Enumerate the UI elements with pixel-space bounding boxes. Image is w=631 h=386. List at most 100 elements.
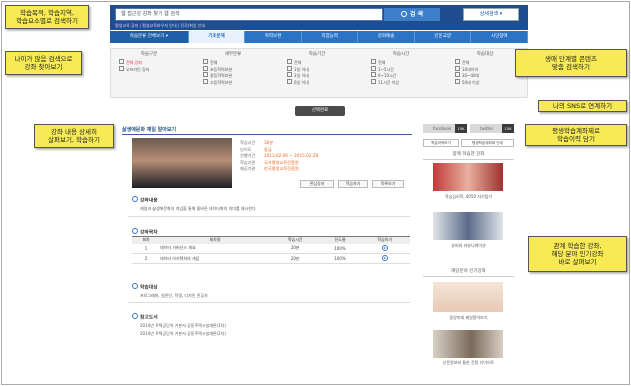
apply-filter-button[interactable]: 선택완료 — [295, 106, 345, 116]
reference-line: 2014년 주택공단자 기본서 공동주택시설개론(1차) — [140, 323, 226, 328]
filter-subcategory: 세부분류 전체 초등학력보완 중등학력보완 고등학력보완 — [203, 51, 263, 85]
learn-button[interactable]: 학습하기 — [338, 180, 368, 188]
column-header: 회차명 — [160, 236, 270, 244]
reference-line: 2014년 주택공단자 기본서 공동주택시설개론(2차) — [140, 331, 226, 336]
related-course-caption[interactable]: 유머와 커뮤니케이션 — [422, 243, 515, 249]
filter-option[interactable]: 6일 이내 — [287, 79, 347, 86]
course-thumbnail — [132, 138, 232, 188]
course-title: 삶생애문화 재일 알아보기 — [122, 127, 177, 133]
filter-title: 학습시간 — [392, 52, 410, 57]
info-value: 국가평생교육진흥원 — [264, 159, 299, 165]
search-icon — [400, 11, 407, 17]
learning-account-button[interactable]: 평생학습계좌제 안내 — [461, 139, 514, 147]
column-header: 회차 — [132, 236, 160, 244]
filter-learning-type: 학습구분 전체 강좌 오프라인 강좌 — [119, 51, 179, 72]
table-header: 회차 회차명 학습시간 진도율 학습하기 — [132, 236, 410, 244]
annotation-note: 나의 SNS로 연계하기 — [538, 100, 627, 112]
share-count: 15K — [455, 124, 467, 133]
cell: 데이터 아키텍처의 개념 — [160, 253, 270, 264]
info-key: 학습시간 — [240, 140, 256, 145]
tab-vocational[interactable]: 직업능력 — [302, 31, 359, 43]
filter-option[interactable]: 11시간 이상 — [371, 79, 431, 86]
advanced-search-select[interactable]: 상세검색 ▾ — [463, 8, 519, 21]
column-header: 학습시간 — [270, 236, 321, 244]
tab-civic[interactable]: 시민참여 — [471, 31, 529, 43]
cell — [359, 243, 410, 254]
favorite-button[interactable]: 관심강좌 — [300, 180, 334, 188]
sns-label: facebook — [433, 126, 452, 131]
related-course-thumbnail[interactable] — [433, 212, 503, 240]
filter-title: 학습구분 — [140, 52, 158, 57]
annotation-note: 학습목적, 학습지역, 학습요소별로 검색하기 — [5, 5, 89, 29]
divider — [128, 216, 410, 217]
related-course-caption[interactable]: 학습심리학, 4050 자기탐기 — [422, 194, 515, 200]
related-course-thumbnail[interactable] — [433, 163, 503, 191]
section-target: 학습대상 — [132, 283, 158, 291]
section-course-content: 강좌내용 — [132, 196, 158, 204]
popular-course-thumbnail[interactable] — [433, 330, 503, 358]
cell: 1 — [132, 243, 160, 254]
cell: 데이터 거버넌스 개요 — [160, 243, 270, 254]
search-button-label: 검 색 — [409, 11, 424, 18]
related-courses-title: 함께 학습한 강좌 — [423, 151, 514, 160]
toc-table: 회차 회차명 학습시간 진도율 학습하기 1 데이터 거버넌스 개요 20분 1… — [132, 236, 410, 264]
filter-title: 학습대상 — [476, 52, 494, 57]
info-value: 2013.02.06 ~ 2015.02.28 — [264, 153, 319, 158]
section-toc: 강좌목차 — [132, 228, 158, 236]
sns-label: twitter — [480, 126, 494, 131]
twitter-share-button[interactable]: twitter 15K — [470, 124, 514, 133]
share-count: 15K — [502, 124, 514, 133]
tab-basic-literacy[interactable]: 기초문해 — [188, 31, 246, 43]
tab-academic[interactable]: 학력보완 — [245, 31, 302, 43]
column-header: 학습하기 — [359, 236, 410, 244]
play-icon[interactable] — [381, 244, 388, 251]
annotation-note: 나이가 많음 검색으로 강좌 찾아보기 — [5, 51, 82, 75]
annotation-note: 평생학습계좌제로 학습이력 담기 — [525, 124, 627, 146]
table-row[interactable]: 2 데이터 아키텍처의 개념 20분 100% — [132, 253, 410, 264]
course-info: 학습시간 30분 난이도 중급 진행기간 2013.02.06 ~ 2015.02.2… — [240, 140, 318, 173]
filter-hours: 학습시간 전체 1~5시간 6~10시간 11시간 이상 — [371, 51, 431, 85]
info-key: 학습기관 — [240, 159, 256, 165]
facebook-share-button[interactable]: facebook 15K — [423, 124, 467, 133]
section-reference: 참고도서 — [132, 313, 158, 321]
filter-option[interactable]: 50대 이상 — [455, 79, 515, 86]
info-key: 진행기간 — [240, 153, 256, 158]
annotation-note: 생애 단계별 콘텐츠 맞춤 검색하기 — [515, 49, 627, 77]
list-button[interactable]: 목록보기 — [372, 180, 404, 188]
filter-title: 세부분류 — [224, 52, 242, 57]
tab-culture-arts[interactable]: 문화예술 — [358, 31, 415, 43]
info-value: 한국평생교육진흥원 — [264, 166, 299, 171]
cell — [359, 253, 410, 264]
info-key: 난이도 — [240, 146, 252, 152]
annotation-note: 관계 학습한 강좌, 해당 분야 인기강좌 바로 살펴보기 — [528, 236, 627, 272]
quick-links[interactable]: 평생교육 강좌 | 평생교육바우처 안내 | 진로/취업 안내 — [115, 23, 205, 29]
cell: 20분 — [270, 253, 321, 264]
popular-courses-title: 해당분야 인기강좌 — [423, 268, 514, 277]
search-button[interactable]: 검 색 — [384, 8, 440, 21]
info-key: 제공기관 — [240, 166, 256, 171]
info-value: 30분 — [264, 140, 274, 145]
info-value: 중급 — [264, 146, 272, 152]
course-description: 재일과 삶생애문화의 개념을 통해 올바른 데이터화의 의미를 제시한다 — [140, 206, 256, 211]
filter-option[interactable]: 오프라인 강좌 — [119, 66, 179, 73]
filter-option[interactable]: 고등학력보완 — [203, 79, 263, 86]
play-icon[interactable] — [381, 255, 388, 261]
annotation-note: 강좌 내용 상세히 살펴보기, 학습하기 — [34, 124, 114, 148]
table-row[interactable]: 1 데이터 거버넌스 개요 20분 100% — [132, 243, 410, 254]
learning-history-button[interactable]: 학습이력보기 — [423, 139, 459, 147]
divider — [128, 302, 410, 303]
popular-course-thumbnail[interactable] — [433, 282, 503, 312]
filter-panel: 학습구분 전체 강좌 오프라인 강좌 세부분류 전체 초등학력보완 중등학력보완… — [110, 48, 528, 98]
target-text: 프로그래머, 일반인, 학생, 디자인 전공자 — [140, 293, 208, 298]
popular-course-caption[interactable]: 신문정보와 통한 전정 다이어트 — [422, 360, 515, 365]
tab-all-categories[interactable]: 학습분류 전체보기 ▾ — [110, 31, 189, 43]
title-divider — [122, 134, 412, 135]
filter-period: 학습기간 전체 1일 이내 2일 이내 6일 이내 — [287, 51, 347, 85]
search-input[interactable]: 웹 접근성 강좌 찾기 웹 검색 — [115, 8, 383, 21]
filter-target: 학습대상 전체 10대이하 20~40대 50대 이상 — [455, 51, 515, 85]
popular-course-caption[interactable]: 동양미래 제일알아보기 — [422, 315, 515, 321]
tab-humanities[interactable]: 인문교양 — [415, 31, 472, 43]
column-header: 진도율 — [320, 236, 360, 244]
filter-title: 학습기간 — [308, 52, 326, 57]
cell: 2 — [132, 253, 160, 264]
